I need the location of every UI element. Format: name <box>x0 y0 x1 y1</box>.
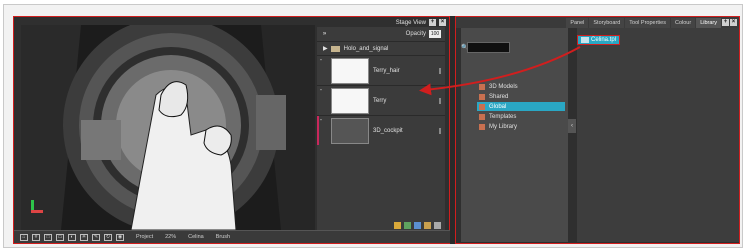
library-folder-icon <box>479 113 485 120</box>
layer-name: Terry <box>373 97 387 104</box>
library-folder-icon <box>479 123 485 130</box>
lock-icon[interactable] <box>439 128 441 134</box>
layer-dim-icon: “ <box>320 59 322 65</box>
tab-storyboard[interactable]: Storyboard <box>589 17 625 28</box>
stage-artwork <box>21 25 315 230</box>
library-file-item[interactable]: Celina.tpl <box>577 35 621 45</box>
library-panel: Panel Storyboard Tool Properties Colour … <box>455 16 740 244</box>
home-icon[interactable]: ⌂ <box>20 233 28 241</box>
tree-item-label: Global <box>489 103 507 110</box>
add-3d-layer-icon[interactable] <box>414 221 421 229</box>
safe-area-icon[interactable]: ▭ <box>56 233 64 241</box>
tab-library[interactable]: Library <box>696 17 721 28</box>
expand-icon[interactable]: » <box>321 30 328 38</box>
opacity-label: Opacity <box>405 31 426 37</box>
onion-skin-icon[interactable]: ◐ <box>68 233 76 241</box>
collapse-panel-icon[interactable]: ‹ <box>568 119 576 133</box>
layer-row[interactable]: “ Terry_hair <box>317 55 445 85</box>
library-search-input[interactable] <box>467 42 510 53</box>
layer-thumbnail <box>331 87 369 114</box>
project-menu[interactable]: Project <box>136 234 153 240</box>
camera-icon[interactable]: ◉ <box>116 233 124 241</box>
lock-icon[interactable] <box>439 98 441 104</box>
pen-icon[interactable]: ✎ <box>92 233 100 241</box>
layer-name: Holo_and_signal <box>343 45 389 52</box>
add-image-layer-icon[interactable] <box>404 221 411 229</box>
tree-item[interactable]: 3D Models <box>477 82 565 91</box>
panel-tabs: Panel Storyboard Tool Properties Colour … <box>456 17 739 28</box>
library-tree: 🔍 3D Models Shared Global Templates My L… <box>461 28 568 242</box>
grid-icon[interactable]: # <box>32 233 40 241</box>
library-folder-icon <box>479 103 485 110</box>
tree-item-selected[interactable]: Global <box>477 102 565 111</box>
layer-thumbnail <box>331 57 369 84</box>
light-table-icon[interactable]: ☀ <box>80 233 88 241</box>
tree-item-label: My Library <box>489 123 518 130</box>
rotate-icon[interactable]: ↻ <box>104 233 112 241</box>
stage-canvas[interactable] <box>21 25 315 230</box>
layer-thumbnail <box>331 117 369 144</box>
tree-item-label: Templates <box>489 113 517 120</box>
tab-tool-properties[interactable]: Tool Properties <box>625 17 670 28</box>
tree-item[interactable]: Shared <box>477 92 565 101</box>
layer-row[interactable]: ▶ Holo_and_signal <box>317 41 445 55</box>
layer-name: Terry_hair <box>373 67 400 74</box>
tree-item-label: Shared <box>489 93 509 100</box>
layer-row[interactable]: “ Terry <box>317 85 445 115</box>
zoom-level[interactable]: 22% <box>165 234 176 240</box>
timeline-layer-panel: » Opacity 100 ▶ Holo_and_signal “ Terry_… <box>317 27 445 232</box>
stage-view-title: Stage View <box>395 19 426 26</box>
layer-dim-icon: “ <box>320 89 322 95</box>
template-file-icon <box>581 37 589 43</box>
add-view-icon[interactable]: + <box>722 19 729 26</box>
stage-view-panel: Stage View + × » Opacity 100 ▶ Holo_and_… <box>13 16 451 244</box>
opacity-field[interactable]: 100 <box>429 30 441 38</box>
library-folder-icon <box>479 93 485 100</box>
current-tool[interactable]: Brush <box>216 234 230 240</box>
add-folder-icon[interactable] <box>424 221 431 229</box>
layers-header: » Opacity 100 <box>317 27 445 41</box>
expand-arrow-icon[interactable]: ▶ <box>323 45 328 52</box>
tree-item[interactable]: My Library <box>477 122 565 131</box>
tab-panel[interactable]: Panel <box>566 17 589 28</box>
current-palette[interactable]: Celina <box>188 234 204 240</box>
file-name: Celina.tpl <box>591 37 617 43</box>
layer-dim-icon: “ <box>320 119 322 125</box>
layer-row[interactable]: “ 3D_cockpit <box>317 115 445 145</box>
layer-color-bar <box>317 116 319 145</box>
tree-item-label: 3D Models <box>489 83 518 90</box>
layer-name: 3D_cockpit <box>373 127 403 134</box>
library-folder-icon <box>479 83 485 90</box>
frame-icon[interactable]: □ <box>44 233 52 241</box>
folder-icon <box>330 45 340 52</box>
close-icon[interactable]: × <box>439 19 446 26</box>
tree-item[interactable]: Templates <box>477 112 565 121</box>
library-contents: Celina.tpl <box>577 28 739 242</box>
add-view-icon[interactable]: + <box>429 19 436 26</box>
close-icon[interactable]: × <box>730 19 737 26</box>
lock-icon[interactable] <box>439 68 441 74</box>
tab-colour[interactable]: Colour <box>670 17 696 28</box>
stage-status-bar: ⌂ # □ ▭ ◐ ☀ ✎ ↻ ◉ Project 22% Celina Bru… <box>14 230 451 243</box>
add-drawing-layer-icon[interactable] <box>394 221 401 229</box>
opacity-control: Opacity 100 <box>406 30 441 38</box>
delete-layer-icon[interactable] <box>434 221 441 229</box>
